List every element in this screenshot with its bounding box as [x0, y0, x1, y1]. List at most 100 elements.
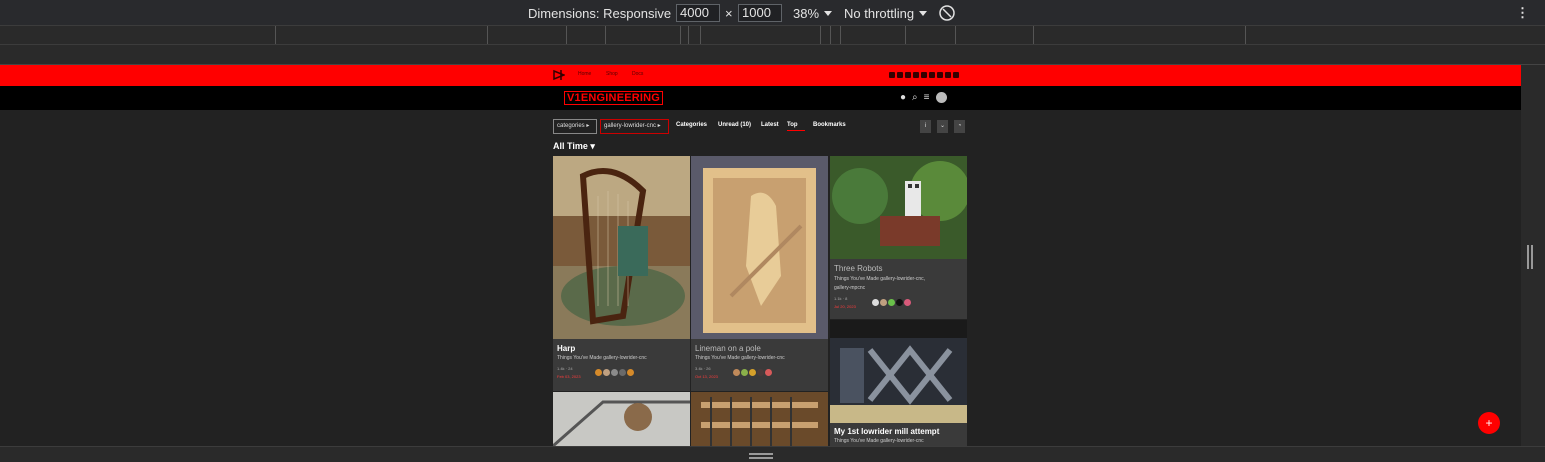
avatar[interactable] — [611, 369, 618, 376]
youtube-icon[interactable] — [905, 72, 911, 78]
card-category[interactable]: Things You've Made gallery-lowrider-cnc — [695, 355, 785, 361]
avatar[interactable] — [765, 369, 772, 376]
grip-line — [1527, 245, 1529, 269]
hamburger-menu-icon[interactable]: ≡ — [924, 92, 930, 103]
avatar[interactable] — [935, 92, 947, 103]
ruler-tick — [688, 26, 689, 44]
ruler-tick — [487, 26, 488, 44]
dimensions-dropdown[interactable]: Dimensions: Responsive — [528, 0, 685, 26]
participant-avatars — [872, 299, 911, 306]
topic-card-lowrider-mill[interactable]: My 1st lowrider mill attempt Things You'… — [830, 320, 967, 446]
x-icon[interactable] — [897, 72, 903, 78]
avatar[interactable] — [904, 299, 911, 306]
period-label: All Time — [553, 141, 588, 151]
card-meta: 1.1k · 8 — [834, 296, 848, 301]
emulated-viewport: Home Shop Docs V1ENGINEERING ● ⌕ ≡ categ… — [0, 65, 1521, 446]
topic-card-harp[interactable]: Harp Things You've Made gallery-lowrider… — [553, 156, 690, 391]
card-category[interactable]: Things You've Made gallery-lowrider-cnc, — [834, 276, 925, 282]
breadcrumb-gallery[interactable]: gallery-lowrider-cnc ▸ — [600, 119, 669, 134]
avatar[interactable] — [757, 369, 764, 376]
top-nav-home[interactable]: Home — [578, 71, 591, 77]
card-title[interactable]: My 1st lowrider mill attempt — [834, 427, 939, 436]
facebook-icon[interactable] — [913, 72, 919, 78]
partial-thumbnail — [553, 392, 690, 446]
top-bar: Home Shop Docs — [0, 65, 1521, 86]
chevron-down-icon[interactable]: ⌄ — [937, 120, 948, 133]
info-icon[interactable]: i — [920, 120, 931, 133]
card-date: Oct 13, 2023 — [695, 374, 718, 379]
card-category[interactable]: Things You've Made gallery-lowrider-cnc — [557, 355, 647, 361]
nav-bookmarks[interactable]: Bookmarks — [813, 122, 846, 128]
github-icon[interactable] — [921, 72, 927, 78]
grip-line — [749, 453, 773, 455]
avatar[interactable] — [619, 369, 626, 376]
site-header: V1ENGINEERING ● ⌕ ≡ — [0, 86, 1521, 110]
ruler-tick — [680, 26, 681, 44]
resize-handle-right[interactable] — [1521, 65, 1545, 450]
search-icon[interactable]: ⌕ — [912, 92, 918, 103]
top-nav-shop[interactable]: Shop — [606, 71, 618, 77]
bluesky-icon[interactable] — [953, 72, 959, 78]
ruler-tick — [275, 26, 276, 44]
avatar[interactable] — [733, 369, 740, 376]
avatar[interactable] — [896, 299, 903, 306]
period-selector[interactable]: All Time ▾ — [553, 141, 595, 152]
card-category-2[interactable]: gallery-mpcnc — [834, 285, 865, 291]
card-title[interactable]: Harp — [557, 344, 575, 353]
ruler-tick — [840, 26, 841, 44]
bell-icon[interactable]: ◔ — [954, 120, 965, 133]
avatar[interactable] — [595, 369, 602, 376]
chevron-down-icon — [824, 10, 833, 16]
topic-card-partial[interactable] — [691, 392, 828, 446]
ruler-tick — [700, 26, 701, 44]
card-title[interactable]: Three Robots — [834, 264, 882, 273]
nav-categories[interactable]: Categories — [676, 122, 707, 128]
topic-card-lineman[interactable]: Lineman on a pole Things You've Made gal… — [691, 156, 828, 391]
card-title[interactable]: Lineman on a pole — [695, 344, 761, 353]
card-meta: 1.4k · 24 — [557, 366, 573, 371]
pinterest-icon[interactable] — [945, 72, 951, 78]
v1-logo-icon[interactable] — [553, 69, 565, 81]
three-robots-thumbnail — [830, 156, 967, 259]
resize-handle-bottom[interactable] — [0, 446, 1545, 462]
avatar[interactable] — [741, 369, 748, 376]
zoom-label: 38% — [793, 5, 820, 21]
add-fab-button[interactable]: + — [1478, 412, 1500, 434]
chat-icon[interactable]: ● — [900, 92, 906, 103]
zoom-dropdown[interactable]: 38% — [793, 0, 833, 26]
avatar[interactable] — [603, 369, 610, 376]
throttling-dropdown[interactable]: No throttling — [844, 0, 928, 26]
topic-nav: categories ▸ gallery-lowrider-cnc ▸ Cate… — [553, 119, 967, 135]
instagram-icon[interactable] — [889, 72, 895, 78]
brand-logo[interactable]: V1ENGINEERING — [564, 91, 664, 105]
width-input[interactable]: 4000 — [676, 4, 720, 22]
topic-card-three-robots[interactable]: Three Robots Things You've Made gallery-… — [830, 156, 967, 319]
topic-card-partial[interactable] — [553, 392, 690, 446]
ruler-tick — [1245, 26, 1246, 44]
nav-top[interactable]: Top — [787, 122, 805, 131]
media-query-ruler[interactable] — [0, 26, 1545, 45]
ruler-tick — [1033, 26, 1034, 44]
avatar[interactable] — [872, 299, 879, 306]
devtools-toolbar: Dimensions: Responsive 4000 × 1000 38% N… — [0, 0, 1545, 26]
card-category[interactable]: Things You've Made gallery-lowrider-cnc — [834, 438, 924, 444]
rotate-icon[interactable] — [938, 0, 956, 26]
grip-line — [749, 457, 773, 459]
discord-icon[interactable] — [929, 72, 935, 78]
avatar[interactable] — [888, 299, 895, 306]
card-date: Jul 20, 2023 — [834, 304, 856, 309]
times-sign: × — [725, 5, 733, 21]
lowrider-mill-thumbnail — [830, 320, 967, 423]
top-nav-docs[interactable]: Docs — [632, 71, 643, 77]
nav-latest[interactable]: Latest — [761, 122, 779, 128]
social-icons — [889, 72, 959, 78]
avatar[interactable] — [749, 369, 756, 376]
reddit-icon[interactable] — [937, 72, 943, 78]
avatar[interactable] — [627, 369, 634, 376]
avatar[interactable] — [880, 299, 887, 306]
more-options-icon[interactable]: ⋮ — [1516, 0, 1529, 26]
breadcrumb-categories[interactable]: categories ▸ — [553, 119, 597, 134]
participant-avatars — [595, 369, 634, 376]
height-input[interactable]: 1000 — [738, 4, 782, 22]
nav-unread[interactable]: Unread (10) — [718, 122, 751, 128]
